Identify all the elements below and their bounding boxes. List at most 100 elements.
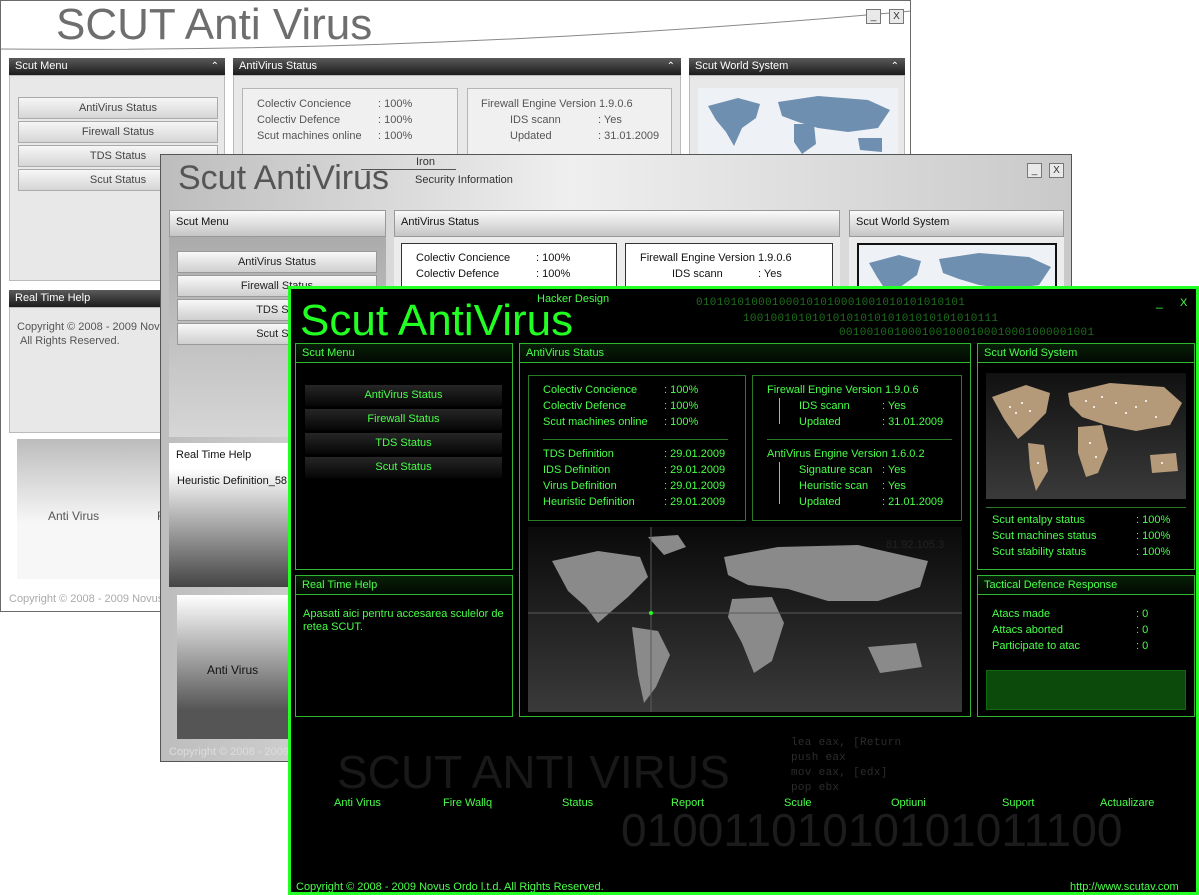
engine-row-label: IDS scann [799, 400, 850, 412]
status-value: : 100% [378, 98, 413, 110]
minimize-button[interactable]: _ [1027, 163, 1042, 178]
scut-status-button[interactable]: Scut Status [305, 457, 502, 478]
world-panel-header: Scut World System ⌃ [689, 58, 905, 75]
world-map-blue [698, 88, 898, 160]
footer-copyright: Copyright © 2008 - 2009 [169, 746, 290, 758]
watermark-text: SCUT ANTI VIRUS [337, 746, 730, 798]
bottom-nav-strip: Anti Virus [177, 595, 299, 739]
close-button[interactable]: X [1180, 297, 1187, 309]
title-underline [361, 169, 456, 170]
status-value: : 100% [664, 416, 699, 428]
status-value: : 100% [664, 384, 699, 396]
theme-name: Hacker Design [537, 293, 610, 305]
nav-suport[interactable]: Suport [1002, 797, 1034, 809]
status-panel: AntiVirus Status Colectiv Concience : 10… [519, 343, 971, 717]
nav-fire-wallq[interactable]: Fire Wallq [443, 797, 492, 809]
footer-copyright: Copyright © 2008 - 2009 Novus Ordo l.t.d… [296, 881, 604, 893]
definition-value: : 29.01.2009 [664, 496, 726, 508]
binary-watermark: 01001101010101011100 [621, 804, 1123, 856]
status-label: Colectiv Defence [543, 400, 627, 412]
status-panel: Colectiv Concience : 100% Colectiv Defen… [233, 75, 681, 165]
definition-value: : 29.01.2009 [664, 448, 726, 460]
engine-row-label: IDS scann [672, 268, 723, 280]
world-status-label: Scut machines status [992, 530, 1097, 542]
firewall-engine-title: Firewall Engine Version 1.9.0.6 [640, 252, 792, 264]
status-label: Scut machines online [257, 130, 362, 142]
engine-row-value: : Yes [758, 268, 782, 280]
website-link[interactable]: http://www.scutav.com [1070, 881, 1179, 892]
collapse-icon[interactable]: ⌃ [667, 58, 675, 75]
tactical-panel: Tactical Defence Response Atacs made : 0… [977, 575, 1195, 717]
engines-box: Firewall Engine Version 1.9.0.6 IDS scan… [752, 375, 962, 521]
world-status-value: : 100% [1136, 530, 1171, 542]
nav-optiuni[interactable]: Optiuni [891, 797, 926, 809]
nav-status[interactable]: Status [562, 797, 593, 809]
collapse-icon[interactable]: ⌃ [891, 58, 899, 75]
tree-line [779, 398, 780, 424]
binary-line: 1001001010101010101010101010101010111 [743, 313, 999, 325]
tactical-panel-header: Tactical Defence Response [978, 576, 1194, 595]
nav-anti-virus[interactable]: Anti Virus [334, 797, 381, 809]
status-value: : 100% [536, 252, 571, 264]
status-label: Colectiv Concience [543, 384, 638, 396]
asm-line: mov eax, [edx] [791, 767, 888, 779]
tree-line [779, 462, 780, 504]
world-map-tan-shapes [992, 383, 1182, 491]
collective-status-box: Colectiv Concience : 100% Colectiv Defen… [528, 375, 746, 521]
help-panel-title: Real Time Help [15, 292, 91, 304]
engine-row-value: : 21.01.2009 [882, 496, 944, 508]
antivirus-status-button[interactable]: AntiVirus Status [18, 97, 218, 119]
menu-panel: Scut Menu AntiVirus Status Firewall Stat… [295, 343, 513, 570]
status-value: : 100% [536, 268, 571, 280]
engine-row-label: Heuristic scan [799, 480, 869, 492]
world-status-value: : 100% [1136, 546, 1171, 558]
antivirus-status-button[interactable]: AntiVirus Status [305, 385, 502, 406]
nav-report[interactable]: Report [671, 797, 704, 809]
response-bar [986, 670, 1186, 710]
engine-row-label: Updated [510, 130, 552, 142]
status-value: : 100% [378, 130, 413, 142]
tactical-label: Atacs made [992, 608, 1051, 620]
window-title: Scut AntiVirus [300, 296, 574, 345]
tactical-label: Attacs aborted [992, 624, 1063, 636]
world-panel-header: Scut World System [978, 344, 1194, 363]
help-panel-header: Real Time Help [296, 576, 512, 595]
antivirus-status-button[interactable]: AntiVirus Status [177, 251, 377, 273]
nav-anti-virus[interactable]: Anti Virus [207, 663, 258, 677]
collapse-icon[interactable]: ⌃ [211, 58, 219, 75]
window-title: Scut AntiVirus [178, 159, 390, 197]
minimize-button[interactable]: _ [866, 9, 881, 24]
tactical-value: : 0 [1136, 624, 1149, 636]
engine-row-value: : 31.01.2009 [598, 130, 660, 142]
world-map-tan [986, 373, 1186, 499]
asm-line: pop ebx [791, 782, 840, 794]
help-rights: All Rights Reserved. [20, 335, 120, 347]
binary-line: 0010010010001001000100010001000001001 [839, 327, 1095, 339]
close-button[interactable]: X [889, 9, 904, 24]
engine-row-label: IDS scann [510, 114, 561, 126]
engine-row-value: : Yes [598, 114, 622, 126]
footer-copyright: Copyright © 2008 - 2009 Novus [9, 593, 164, 605]
nav-actualizare[interactable]: Actualizare [1100, 797, 1154, 809]
firewall-engine-box: Firewall Engine Version 1.9.0.6 IDS scan… [467, 88, 672, 158]
engine-row-value: : Yes [882, 400, 906, 412]
nav-scule[interactable]: Scule [784, 797, 812, 809]
nav-anti-virus[interactable]: Anti Virus [48, 509, 99, 523]
firewall-status-button[interactable]: Firewall Status [18, 121, 218, 143]
asm-line: push eax [791, 752, 847, 764]
tds-status-button[interactable]: TDS Status [305, 433, 502, 454]
close-button[interactable]: X [1049, 163, 1064, 178]
help-text: Heuristic Definition_58 [177, 475, 288, 487]
help-text[interactable]: Apasati aici pentru accesarea sculelor d… [303, 608, 509, 634]
world-map-dark: 81.92.105.3 [528, 527, 962, 712]
divider [767, 439, 952, 440]
firewall-status-button[interactable]: Firewall Status [305, 409, 502, 430]
theme-name: Iron [416, 156, 435, 168]
world-panel-title: Scut World System [695, 60, 789, 72]
firewall-engine-title: Firewall Engine Version 1.9.0.6 [767, 384, 919, 396]
hacker-skin-window: Scut AntiVirus Hacker Design 01010101000… [288, 286, 1199, 895]
engine-row-value: : Yes [882, 464, 906, 476]
minimize-button[interactable]: _ [1156, 295, 1163, 309]
binary-line: 010101010001000101010001001010101010101 [696, 297, 966, 309]
world-panel-title: Scut World System [856, 216, 950, 228]
